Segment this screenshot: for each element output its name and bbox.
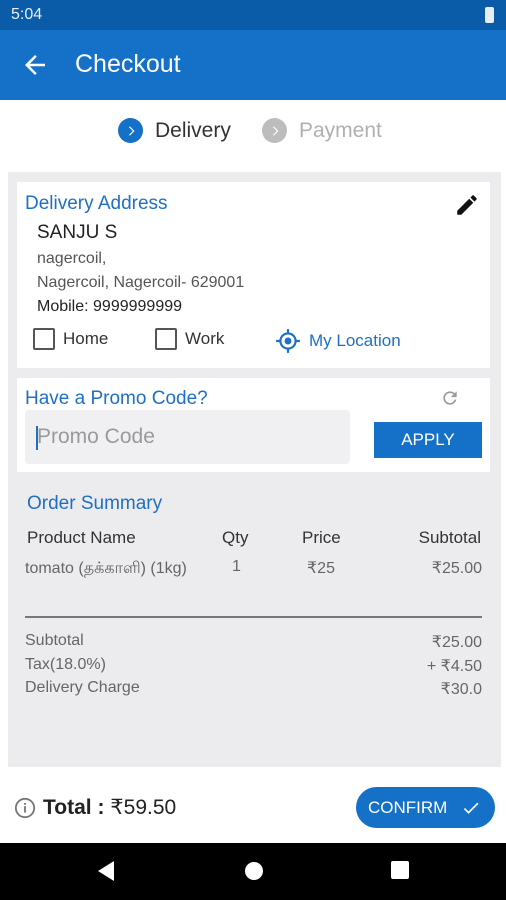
nav-home-icon[interactable] — [243, 860, 265, 887]
delivery-charge-value: ₹30.0 — [440, 681, 482, 698]
checkbox-icon — [155, 328, 177, 350]
delivery-address-title: Delivery Address — [25, 193, 168, 214]
work-label: Work — [185, 329, 225, 348]
row-subtotal: ₹25.00 — [431, 560, 482, 577]
subtotal-label: Subtotal — [25, 632, 84, 649]
step-delivery[interactable]: Delivery — [118, 118, 231, 143]
page-title: Checkout — [75, 50, 181, 78]
tax-label: Tax(18.0%) — [25, 656, 106, 673]
delivery-address-card: Delivery Address SANJU S nagercoil, Nage… — [17, 182, 490, 368]
step-payment-label: Payment — [299, 118, 382, 142]
address-mobile: Mobile: 9999999999 — [37, 298, 183, 315]
refresh-icon[interactable] — [440, 388, 460, 408]
checkout-content: Delivery Address SANJU S nagercoil, Nage… — [8, 172, 501, 767]
header-qty: Qty — [222, 528, 249, 547]
back-arrow-icon[interactable] — [20, 50, 50, 80]
chevron-right-icon — [262, 118, 287, 143]
checkout-steps: Delivery Payment — [0, 100, 506, 170]
apply-button[interactable]: APPLY — [374, 422, 482, 458]
header-price: Price — [302, 528, 341, 547]
subtotal-value: ₹25.00 — [431, 634, 482, 651]
nav-back-icon[interactable] — [96, 860, 116, 887]
edit-pencil-icon[interactable] — [454, 192, 480, 218]
text-cursor — [36, 426, 38, 450]
status-bar: 5:04 — [0, 0, 506, 30]
total-value: ₹59.50 — [110, 796, 177, 819]
row-price: ₹25 — [307, 560, 335, 577]
checkmark-icon — [463, 802, 479, 814]
header-product-name: Product Name — [27, 528, 136, 547]
location-target-icon — [276, 329, 300, 353]
my-location-label: My Location — [309, 331, 401, 350]
row-product-name: tomato (தக்காளி) (1kg) — [25, 560, 187, 577]
confirm-button[interactable]: CONFIRM — [356, 787, 495, 828]
order-total: Total : ₹59.50 — [43, 795, 176, 820]
step-payment[interactable]: Payment — [262, 118, 382, 143]
work-checkbox[interactable]: Work — [155, 328, 224, 350]
checkbox-icon — [33, 328, 55, 350]
header-subtotal: Subtotal — [418, 528, 481, 547]
tax-value: + ₹4.50 — [426, 658, 482, 675]
status-time: 5:04 — [11, 6, 43, 23]
checkout-bottom-bar: Total : ₹59.50 CONFIRM — [0, 767, 506, 843]
promo-title: Have a Promo Code? — [25, 388, 208, 409]
total-label: Total : — [43, 796, 105, 819]
summary-divider — [25, 616, 482, 618]
address-line-1: nagercoil, — [37, 250, 107, 267]
promo-code-input[interactable] — [25, 410, 350, 464]
address-line-2: Nagercoil, Nagercoil- 629001 — [37, 274, 245, 291]
my-location-button[interactable]: My Location — [275, 328, 401, 354]
row-qty: 1 — [232, 558, 241, 575]
delivery-charge-label: Delivery Charge — [25, 679, 140, 696]
chevron-right-icon — [118, 118, 143, 143]
nav-recents-icon[interactable] — [390, 860, 410, 885]
home-label: Home — [63, 329, 109, 348]
address-name: SANJU S — [37, 222, 118, 243]
promo-code-card: Have a Promo Code? APPLY — [17, 378, 490, 472]
step-delivery-label: Delivery — [155, 118, 231, 142]
home-checkbox[interactable]: Home — [33, 328, 108, 350]
info-icon[interactable] — [14, 797, 36, 819]
confirm-label: CONFIRM — [368, 797, 448, 817]
app-bar: Checkout — [0, 30, 506, 100]
battery-icon — [485, 7, 494, 23]
system-nav-bar — [0, 843, 506, 900]
order-summary-title: Order Summary — [27, 493, 163, 514]
